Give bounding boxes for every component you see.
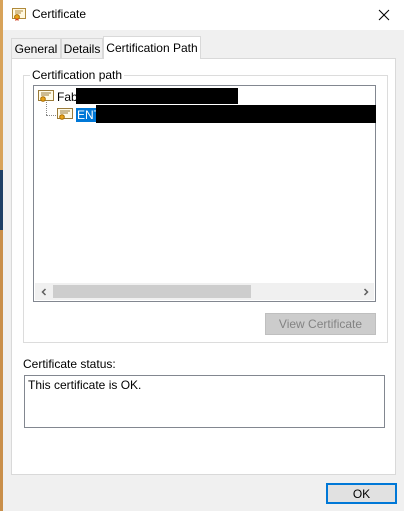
group-label: Certification path bbox=[30, 68, 125, 82]
button-label: OK bbox=[352, 486, 371, 501]
view-certificate-button[interactable]: View Certificate bbox=[265, 313, 376, 335]
close-icon bbox=[378, 9, 390, 21]
button-label: View Certificate bbox=[278, 317, 363, 331]
tree-node-root[interactable]: Fab bbox=[38, 88, 78, 105]
tree-node-label: Fab bbox=[57, 89, 78, 104]
scroll-right-button[interactable] bbox=[357, 283, 374, 300]
close-button[interactable] bbox=[364, 0, 404, 30]
redaction-block bbox=[76, 88, 238, 104]
certificate-status-text: This certificate is OK. bbox=[28, 378, 142, 392]
chevron-left-icon bbox=[40, 287, 46, 296]
chevron-right-icon bbox=[363, 287, 369, 296]
scroll-left-button[interactable] bbox=[35, 283, 52, 300]
ok-button[interactable]: OK bbox=[326, 483, 397, 504]
certificate-icon bbox=[12, 8, 26, 21]
tab-details[interactable]: Details bbox=[61, 38, 103, 58]
certificate-dialog: Certificate General Details Certificatio… bbox=[3, 0, 404, 511]
tab-label: General bbox=[14, 41, 58, 56]
horizontal-scrollbar[interactable] bbox=[35, 283, 374, 300]
certificate-status-label: Certificate status: bbox=[23, 357, 116, 371]
certificate-icon bbox=[38, 90, 54, 102]
tab-label: Certification Path bbox=[106, 41, 198, 55]
tree-connector bbox=[46, 115, 56, 116]
tab-general[interactable]: General bbox=[11, 38, 61, 58]
certificate-icon bbox=[57, 108, 73, 120]
certificate-status-box[interactable]: This certificate is OK. bbox=[24, 375, 385, 428]
window-title: Certificate bbox=[32, 7, 87, 21]
redaction-block bbox=[96, 105, 376, 123]
scroll-thumb[interactable] bbox=[53, 285, 251, 298]
certification-path-tree[interactable]: Fab ENT bbox=[33, 85, 376, 302]
title-bar: Certificate bbox=[3, 0, 404, 30]
tab-certification-path[interactable]: Certification Path bbox=[103, 36, 201, 59]
tab-label: Details bbox=[63, 41, 101, 56]
